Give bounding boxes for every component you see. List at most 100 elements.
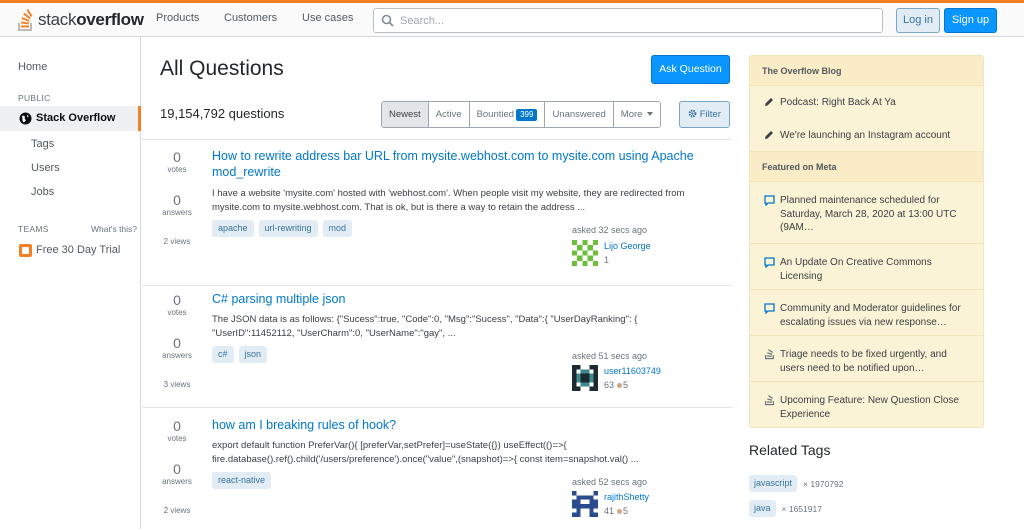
bounty-count-badge: 399 [516,109,538,121]
sort-tabs: Newest Active Bountied 399 Unanswered Mor… [381,101,662,128]
user-reputation: 1 [604,255,609,265]
tab-bountied-label: Bountied [476,109,515,120]
free-trial-link[interactable]: Free 30 Day Trial [36,244,120,256]
question-excerpt: I have a website 'mysite.com' hosted wit… [212,187,684,214]
search-icon [381,14,394,27]
sidebar-item-jobs[interactable]: Jobs [31,186,54,198]
tag-mod[interactable]: mod [322,220,353,237]
meta-item-link[interactable]: Planned maintenance scheduled for Saturd… [780,194,975,235]
chevron-down-icon [647,112,654,117]
answer-count: 0 answers [142,335,212,360]
excerpt-line: I have a website 'mysite.com' hosted wit… [212,188,685,199]
logo[interactable]: stackoverflow [18,6,144,34]
answer-count-label: answers [162,208,192,217]
related-tag-row: java × 1651917 [749,500,822,517]
meta-item[interactable]: Planned maintenance scheduled for Saturd… [750,182,983,244]
avatar[interactable] [572,240,598,266]
blog-item-link[interactable]: We're launching an Instagram account [780,129,975,143]
search-input[interactable] [400,12,870,29]
user-reputation: 63 5 [604,380,628,390]
question-summary: 0 votes 0 answers 2 views How to rewrite… [142,139,732,285]
user-name-link[interactable]: Lijo George [604,241,651,251]
question-title-link[interactable]: How to rewrite address bar URL from mysi… [212,148,694,180]
tag-apache[interactable]: apache [212,220,254,237]
excerpt-line: fire.database().ref().child('/users/pref… [212,453,639,465]
question-title-link[interactable]: C# parsing multiple json [212,291,345,307]
question-title-line: mod_rewrite [212,165,281,179]
meta-item-line: An Update On Creative Commons [780,257,932,268]
user-name-link[interactable]: rajithShetty [604,492,649,502]
sidebar-item-users[interactable]: Users [31,162,60,174]
blog-item[interactable]: We're launching an Instagram account [750,119,983,152]
meta-item[interactable]: Upcoming Feature: New Question Close Exp… [750,382,983,427]
vote-count-label: votes [167,308,187,317]
question-summary: 0 votes 0 answers 2 views how am I break… [142,407,732,529]
tab-active[interactable]: Active [428,102,470,127]
meta-item[interactable]: Community and Moderator guidelines for e… [750,290,983,336]
sidebar-item-home[interactable]: Home [18,61,47,73]
bronze-badge-count: 5 [623,380,629,390]
vote-count-value: 0 [173,418,181,434]
overflow-blog-widget: The Overflow Blog Podcast: Right Back At… [749,55,984,428]
stack-logo-icon [18,9,33,31]
blog-item[interactable]: Podcast: Right Back At Ya [750,86,983,119]
search-box[interactable] [373,8,883,33]
tab-bountied[interactable]: Bountied 399 [469,102,546,127]
view-count: 2 views [163,506,191,515]
tab-unanswered[interactable]: Unanswered [545,102,614,127]
stack-exchange-icon [765,349,774,360]
briefcase-icon [19,244,32,257]
reputation-value: 1 [604,255,610,265]
question-title-link[interactable]: how am I breaking rules of hook? [212,417,396,433]
avatar[interactable] [572,491,598,517]
avatar[interactable] [572,365,598,391]
meta-item[interactable]: An Update On Creative Commons Licensing [750,244,983,290]
meta-item[interactable]: Triage needs to be fixed urgently, and u… [750,336,983,382]
answer-count-value: 0 [173,335,181,351]
ask-question-button[interactable]: Ask Question [651,55,730,84]
tag-csharp[interactable]: c# [212,346,234,363]
nav-use-cases[interactable]: Use cases [302,12,353,24]
tag-url-rewriting[interactable]: url-rewriting [258,220,318,237]
bronze-badge-icon [617,509,623,515]
meta-item-link[interactable]: Triage needs to be fixed urgently, and u… [780,348,975,375]
whats-this-link[interactable]: What's this? [91,224,137,234]
sidebar-item-stack-overflow[interactable]: Stack Overflow [0,106,141,131]
blog-widget-title: The Overflow Blog [750,56,983,86]
vote-count: 0 votes [142,149,212,174]
user-name-link[interactable]: user11603749 [604,366,661,376]
related-tag-java[interactable]: java [749,500,776,517]
signup-button[interactable]: Sign up [944,8,997,33]
vote-count-value: 0 [173,292,181,308]
meta-item-line: (9AM… [780,222,814,233]
filter-button[interactable]: Filter [679,101,730,128]
tab-more[interactable]: More [613,102,661,127]
meta-item-link[interactable]: An Update On Creative Commons Licensing [780,256,975,283]
nav-products[interactable]: Products [156,12,199,24]
related-tags-title: Related Tags [749,442,831,458]
tag-json[interactable]: json [238,346,268,363]
related-tag-row: javascript × 1970792 [749,475,843,492]
login-button[interactable]: Log in [896,8,940,33]
question-summary: 0 votes 0 answers 3 views C# parsing mul… [142,285,732,407]
nav-customers[interactable]: Customers [224,12,277,24]
question-count: 19,154,792 questions [160,106,285,121]
meta-item-line: Triage needs to be fixed urgently, and [780,349,947,360]
excerpt-line: export default function PreferVar(){ [pr… [212,440,567,451]
bronze-badge-count: 5 [623,506,629,516]
blog-item-link[interactable]: Podcast: Right Back At Ya [780,96,975,110]
related-tag-javascript[interactable]: javascript [749,475,798,492]
tag-list: react-native [212,472,272,489]
vote-count-value: 0 [173,149,181,165]
meta-item-link[interactable]: Community and Moderator guidelines for e… [780,302,975,329]
vote-count-label: votes [167,165,187,174]
sidebar-item-tags[interactable]: Tags [31,138,54,150]
meta-item-link[interactable]: Upcoming Feature: New Question Close Exp… [780,394,975,421]
answer-count: 0 answers [142,192,212,217]
bronze-badge-icon [617,383,623,389]
tag-react-native[interactable]: react-native [212,472,272,489]
logo-text: stackoverflow [38,10,144,29]
tab-newest[interactable]: Newest [382,102,429,127]
meta-widget-title: Featured on Meta [750,152,983,182]
globe-icon [19,112,32,125]
